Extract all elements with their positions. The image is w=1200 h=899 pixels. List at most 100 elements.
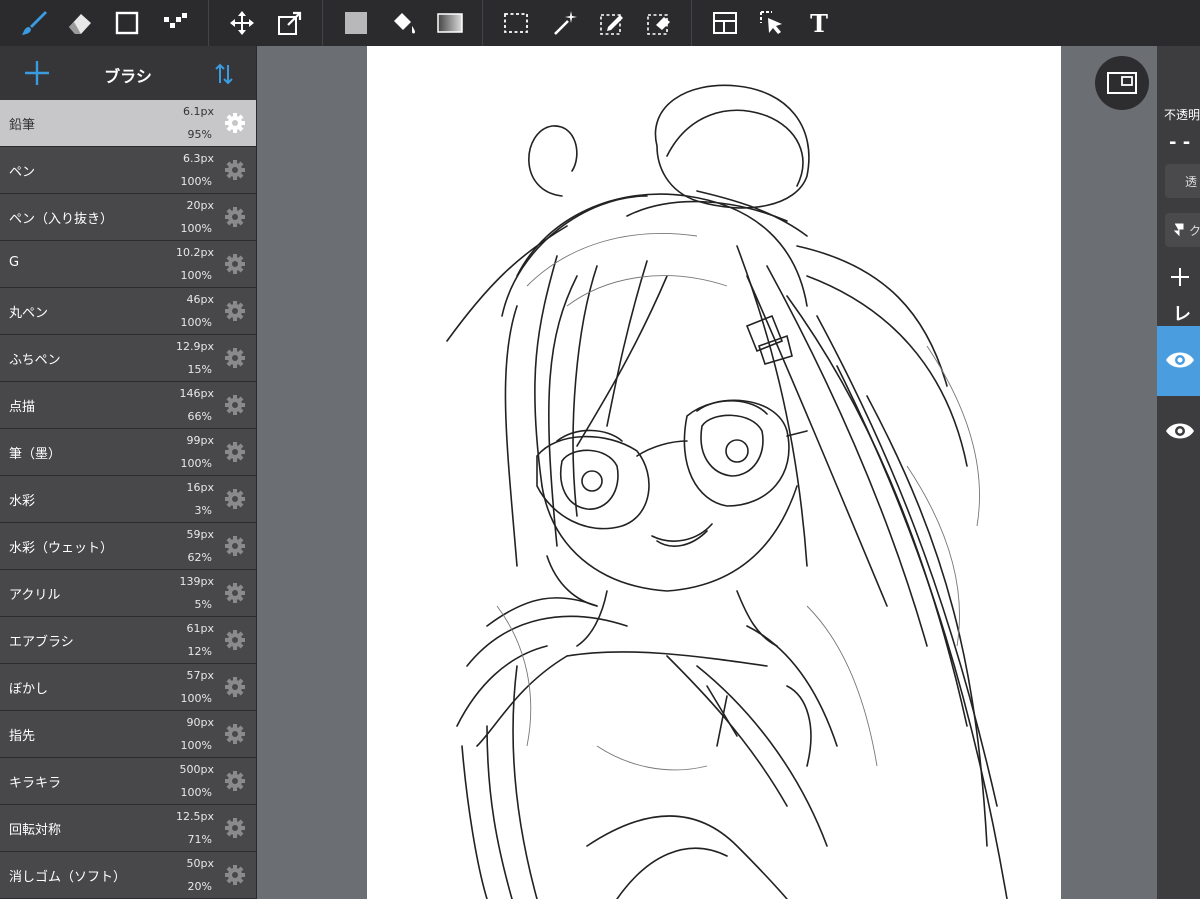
transform-icon (278, 11, 302, 35)
brush-name: ふちペン (9, 353, 61, 368)
brush-name: 水彩（ウェット） (9, 541, 114, 556)
brush-settings-button[interactable] (224, 864, 246, 886)
brush-settings-button[interactable] (224, 535, 246, 557)
gear-icon (225, 442, 245, 462)
brush-name: 回転対称 (9, 823, 62, 838)
bucket-icon (394, 13, 415, 34)
brush-item[interactable]: 筆（墨） 99px 100% (0, 429, 256, 476)
brush-name: 丸ペン (9, 306, 49, 321)
brush-settings-button[interactable] (224, 394, 246, 416)
brush-name: アクリル (9, 588, 61, 603)
brush-size: 57px (186, 669, 215, 682)
add-layer-button[interactable] (1169, 266, 1191, 292)
brush-name: ぼかし (9, 682, 49, 697)
clipping-button[interactable]: ク (1165, 213, 1200, 247)
brush-settings-button[interactable] (224, 676, 246, 698)
brush-item[interactable]: ぼかし 57px 100% (0, 664, 256, 711)
magic-wand-tool[interactable] (545, 4, 585, 42)
brush-panel-header: ブラシ (0, 46, 256, 100)
brush-item[interactable]: ペン 6.3px 100% (0, 147, 256, 194)
shape-tool[interactable] (107, 4, 147, 42)
gear-icon (225, 536, 245, 556)
brush-tool[interactable] (14, 4, 54, 42)
brush-size: 90px (186, 716, 215, 729)
color-tool[interactable] (336, 4, 376, 42)
gear-icon (225, 160, 245, 180)
fill-tool[interactable] (383, 4, 423, 42)
cursor-select-icon (760, 11, 782, 34)
drawing-canvas[interactable] (367, 46, 1061, 899)
panel-layout-tool[interactable] (705, 4, 745, 42)
brush-item[interactable]: ふちペン 12.9px 15% (0, 335, 256, 382)
selection-eraser-icon (647, 14, 670, 35)
brush-settings-button[interactable] (224, 441, 246, 463)
brush-settings-button[interactable] (224, 817, 246, 839)
brush-item[interactable]: ペン（入り抜き） 20px 100% (0, 194, 256, 241)
brush-settings-button[interactable] (224, 770, 246, 792)
opacity-slider[interactable]: - - (1169, 132, 1190, 153)
select-pen-tool[interactable] (592, 4, 632, 42)
brush-item[interactable]: 指先 90px 100% (0, 711, 256, 758)
brush-item[interactable]: エアブラシ 61px 12% (0, 617, 256, 664)
select-rect-tool[interactable] (496, 4, 536, 42)
brush-item[interactable]: 水彩（ウェット） 59px 62% (0, 523, 256, 570)
brush-opacity: 95% (187, 128, 212, 141)
brush-size: 99px (186, 434, 215, 447)
brush-settings-button[interactable] (224, 253, 246, 275)
dot-tool[interactable] (155, 4, 195, 42)
gradient-tool[interactable] (430, 4, 470, 42)
brush-panel: ブラシ 鉛筆 6.1px 95% ペン 6.3px 100% ペン（入り抜き） 20px 100… (0, 46, 257, 899)
eye-icon[interactable] (1164, 419, 1196, 443)
brush-item[interactable]: アクリル 139px 5% (0, 570, 256, 617)
eraser-tool[interactable] (60, 4, 100, 42)
sort-brushes-button[interactable] (212, 61, 236, 87)
select-layer-tool[interactable] (752, 4, 792, 42)
brush-settings-button[interactable] (224, 723, 246, 745)
magic-wand-icon (554, 11, 577, 35)
brush-item[interactable]: 回転対称 12.5px 71% (0, 805, 256, 852)
brush-settings-button[interactable] (224, 206, 246, 228)
brush-item[interactable]: 鉛筆 6.1px 95% (0, 100, 256, 147)
brush-settings-button[interactable] (224, 347, 246, 369)
layer-row-selected[interactable] (1157, 326, 1200, 396)
brush-settings-button[interactable] (224, 582, 246, 604)
text-tool[interactable]: T (799, 4, 839, 42)
sort-icon (215, 63, 233, 85)
move-tool[interactable] (222, 4, 262, 42)
brush-size: 500px (179, 763, 215, 776)
brush-name: G (9, 255, 20, 270)
clip-arrow-icon (1173, 223, 1184, 237)
brush-size: 6.3px (183, 152, 214, 165)
brush-name: キラキラ (9, 776, 62, 791)
gear-icon (225, 207, 245, 227)
brush-opacity: 66% (187, 410, 212, 423)
sketch-artwork (446, 84, 1008, 899)
brush-name: ペン（入り抜き） (9, 212, 114, 227)
brush-settings-button[interactable] (224, 488, 246, 510)
brush-settings-button[interactable] (224, 159, 246, 181)
opacity-label: 不透明 (1164, 108, 1200, 122)
brush-item[interactable]: 丸ペン 46px 100% (0, 288, 256, 335)
brush-item[interactable]: G 10.2px 100% (0, 241, 256, 288)
brush-item[interactable]: 消しゴム（ソフト） 50px 20% (0, 852, 256, 899)
brush-settings-button[interactable] (224, 629, 246, 651)
brush-name: 筆（墨） (9, 447, 62, 462)
gear-icon (225, 254, 245, 274)
window-icon (1107, 72, 1137, 94)
brush-settings-button[interactable] (224, 112, 246, 134)
brush-settings-button[interactable] (224, 300, 246, 322)
transform-tool[interactable] (270, 4, 310, 42)
gear-icon (225, 818, 245, 838)
eraser-icon (69, 14, 91, 34)
color-swatch-icon (345, 12, 367, 34)
layer-row[interactable] (1157, 397, 1200, 467)
brush-item[interactable]: 水彩 16px 3% (0, 476, 256, 523)
brush-item[interactable]: キラキラ 500px 100% (0, 758, 256, 805)
gear-icon (225, 865, 245, 885)
blend-mode-button[interactable]: 透 (1165, 164, 1200, 198)
brush-name: 消しゴム（ソフト） (9, 870, 127, 885)
eye-icon[interactable] (1164, 348, 1196, 372)
brush-item[interactable]: 点描 146px 66% (0, 382, 256, 429)
canvas-view-toggle[interactable] (1095, 56, 1149, 110)
select-eraser-tool[interactable] (639, 4, 679, 42)
